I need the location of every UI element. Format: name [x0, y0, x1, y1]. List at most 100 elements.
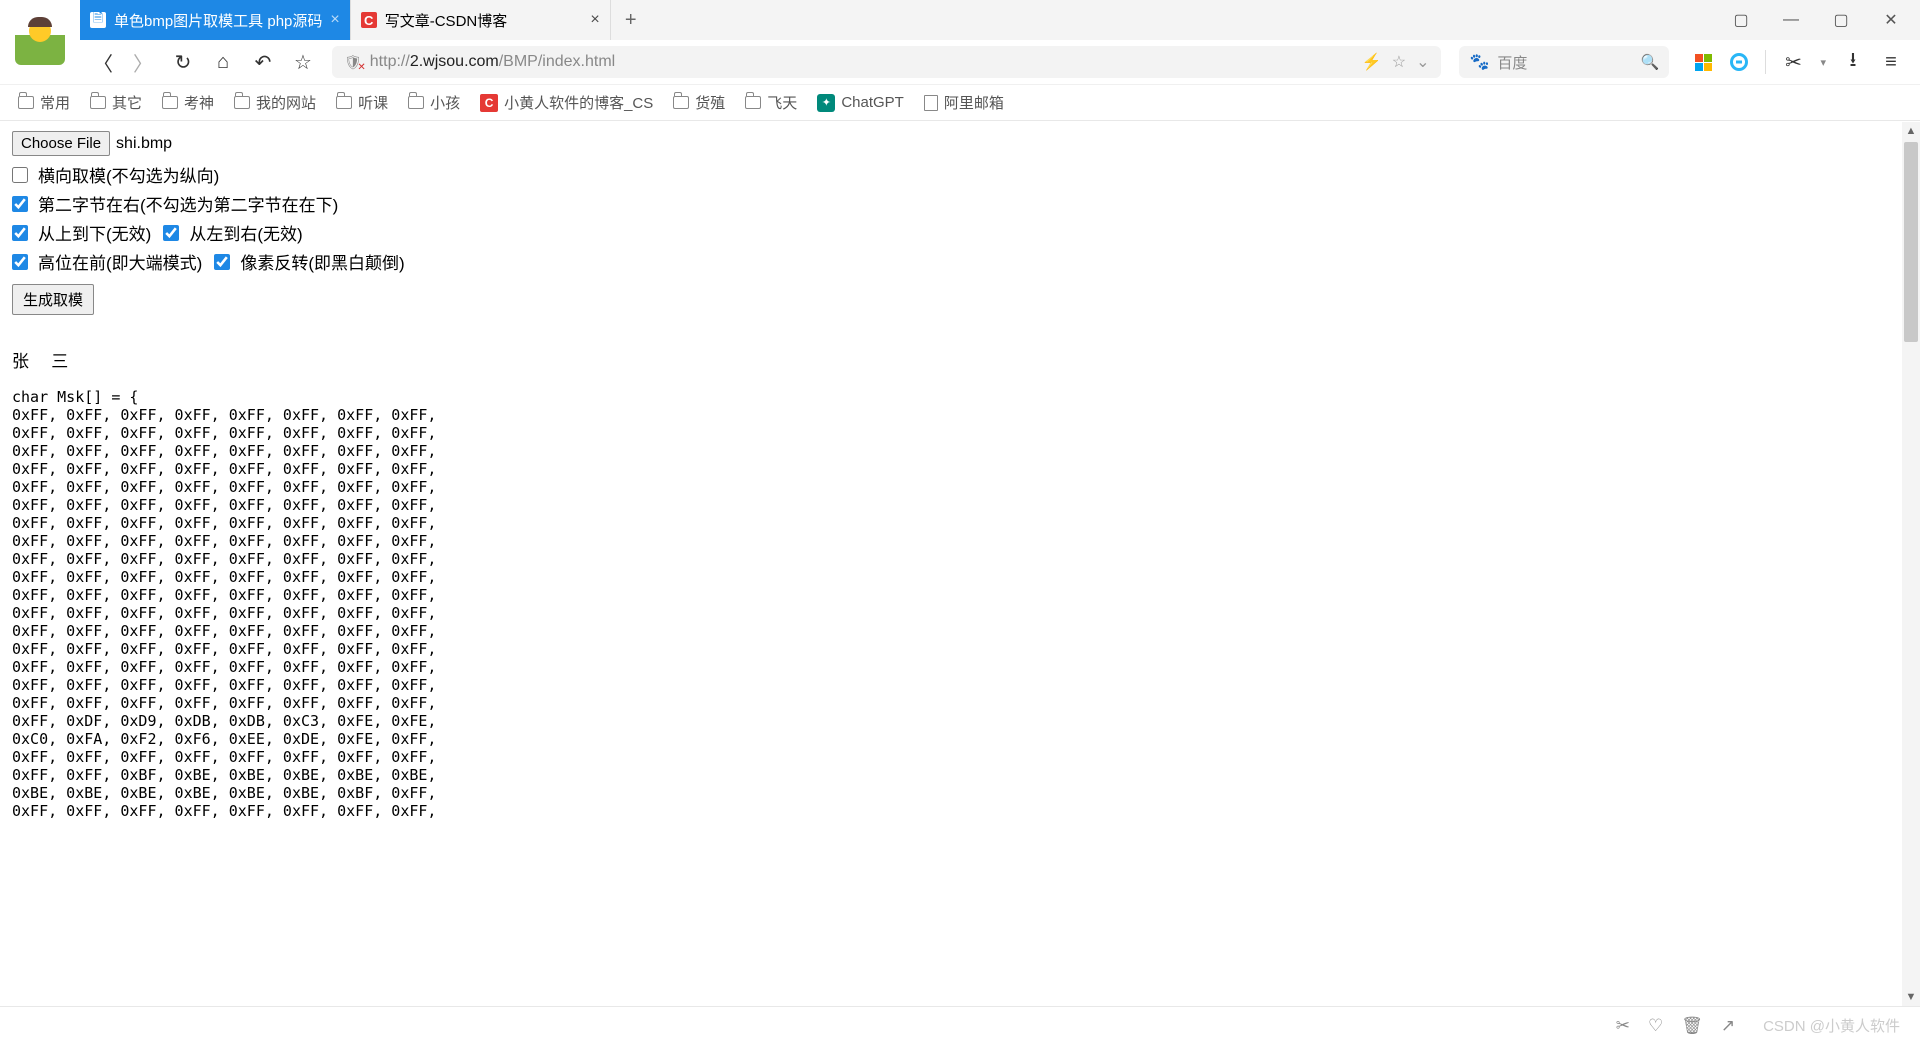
close-icon[interactable]: × — [330, 11, 339, 29]
folder-icon — [745, 96, 761, 109]
tab-title: 单色bmp图片取模工具 php源码 — [114, 10, 322, 31]
tab-strip: 🗎 单色bmp图片取模工具 php源码 × C 写文章-CSDN博客 × + ▢… — [80, 0, 1920, 40]
checkbox-horizontal[interactable]: 横向取模(不勾选为纵向) — [12, 162, 219, 187]
back-icon[interactable]: 〈 — [92, 51, 114, 73]
bookmark-item[interactable]: 听课 — [336, 92, 388, 113]
bookmark-label: 其它 — [112, 92, 142, 113]
favorite-icon[interactable]: ☆ — [1392, 52, 1406, 72]
new-tab-button[interactable]: + — [611, 0, 651, 40]
tab-active[interactable]: 🗎 单色bmp图片取模工具 php源码 × — [80, 0, 351, 40]
close-icon[interactable]: × — [590, 11, 599, 29]
undo-icon[interactable]: ↶ — [252, 51, 274, 73]
bookmark-label: 小黄人软件的博客_CS — [504, 92, 653, 113]
watermark: CSDN @小黄人软件 — [1763, 1015, 1900, 1036]
folder-icon — [90, 96, 106, 109]
menu-icon[interactable]: ≡ — [1880, 51, 1902, 73]
folder-icon — [162, 96, 178, 109]
lightning-icon[interactable]: ⚡ — [1362, 52, 1382, 72]
page-icon — [924, 95, 938, 111]
maximize-icon[interactable]: ▢ — [1832, 11, 1850, 29]
minimize-icon[interactable]: — — [1782, 11, 1800, 29]
checkbox-left-right[interactable]: 从左到右(无效) — [163, 220, 302, 245]
folder-icon — [336, 96, 352, 109]
close-window-icon[interactable]: ✕ — [1882, 11, 1900, 29]
bookmark-item[interactable]: 小孩 — [408, 92, 460, 113]
bookmark-item[interactable]: 货殖 — [673, 92, 725, 113]
url-text: http://2.wjsou.com/BMP/index.html — [370, 53, 1354, 71]
baidu-paw-icon: 🐾 — [1469, 52, 1489, 72]
csdn-icon: C — [361, 12, 377, 28]
picture-in-picture-icon[interactable]: ▢ — [1732, 11, 1750, 29]
bookmark-item[interactable]: 常用 — [18, 92, 70, 113]
share-icon[interactable]: ↗ — [1721, 1016, 1735, 1036]
bookmark-label: 常用 — [40, 92, 70, 113]
csdn-icon: C — [480, 94, 498, 112]
scroll-up-icon[interactable]: ▲ — [1902, 122, 1920, 140]
filename-label: shi.bmp — [116, 135, 172, 153]
page-content: Choose File shi.bmp 横向取模(不勾选为纵向) 第二字节在右(… — [0, 121, 1920, 1007]
bookmark-label: 听课 — [358, 92, 388, 113]
scrollbar-track[interactable]: ▲ ▼ — [1902, 122, 1920, 1006]
scrollbar-thumb[interactable] — [1904, 142, 1918, 342]
bookmark-label: 阿里邮箱 — [944, 92, 1004, 113]
scissors-icon[interactable]: ✂ — [1782, 51, 1804, 73]
checkbox-top-bottom[interactable]: 从上到下(无效) — [12, 220, 151, 245]
generate-button[interactable]: 生成取模 — [12, 284, 94, 315]
folder-icon — [234, 96, 250, 109]
user-avatar[interactable] — [0, 0, 80, 80]
divider — [1765, 50, 1766, 74]
bookmark-label: 我的网站 — [256, 92, 316, 113]
bookmark-item[interactable]: 我的网站 — [234, 92, 316, 113]
checkbox-input[interactable] — [12, 167, 28, 183]
bookmark-label: 小孩 — [430, 92, 460, 113]
bookmark-label: 货殖 — [695, 92, 725, 113]
dropdown-icon[interactable]: ⌄ — [1416, 52, 1429, 72]
address-bar[interactable]: 🛡 http://2.wjsou.com/BMP/index.html ⚡ ☆ … — [332, 46, 1441, 78]
download-icon[interactable]: ⭳ — [1842, 51, 1864, 73]
bookmark-item[interactable]: 飞天 — [745, 92, 797, 113]
file-icon: 🗎 — [90, 12, 106, 28]
tab-title: 写文章-CSDN博客 — [385, 10, 508, 31]
folder-icon — [18, 96, 34, 109]
checkbox-second-right[interactable]: 第二字节在右(不勾选为第二字节在在下) — [12, 191, 338, 216]
choose-file-button[interactable]: Choose File — [12, 131, 110, 156]
heart-icon[interactable]: ♡ — [1648, 1016, 1663, 1036]
bookmark-label: 考神 — [184, 92, 214, 113]
reload-icon[interactable]: ↻ — [172, 51, 194, 73]
forward-icon[interactable]: 〉 — [132, 51, 154, 73]
bookmark-item[interactable]: 考神 — [162, 92, 214, 113]
bookmarks-bar: 常用 其它 考神 我的网站 听课 小孩 C 小黄人软件的博客_CS 货殖飞天 ✦ ChatGPT 阿里… — [0, 84, 1920, 120]
checkbox-input[interactable] — [163, 225, 179, 241]
checkbox-input[interactable] — [12, 196, 28, 212]
chevron-down-icon[interactable]: ▾ — [1820, 56, 1826, 69]
checkbox-input[interactable] — [12, 254, 28, 270]
checkbox-input[interactable] — [214, 254, 230, 270]
checkbox-invert[interactable]: 像素反转(即黑白颠倒) — [214, 249, 404, 274]
bookmark-star-icon[interactable]: ☆ — [292, 51, 314, 73]
search-icon[interactable]: 🔍 — [1641, 53, 1660, 71]
search-box[interactable]: 🐾 百度 🔍 — [1459, 46, 1669, 78]
scissors-footer-icon[interactable]: ✂ — [1616, 1016, 1630, 1036]
shield-icon[interactable]: 🛡 — [344, 54, 362, 71]
search-placeholder: 百度 — [1497, 52, 1632, 73]
trash-icon[interactable]: 🗑 — [1681, 1016, 1703, 1036]
folder-icon — [673, 96, 689, 109]
tab-inactive[interactable]: C 写文章-CSDN博客 × — [351, 0, 611, 40]
navigation-bar: 〈 〉 ↻ ⌂ ↶ ☆ 🛡 http://2.wjsou.com/BMP/ind… — [80, 40, 1920, 84]
bookmark-item[interactable]: ✦ ChatGPT — [817, 94, 904, 112]
footer-toolbar: ✂ ♡ 🗑 ↗ CSDN @小黄人软件 — [0, 1006, 1920, 1044]
chatgpt-icon: ✦ — [817, 94, 835, 112]
home-icon[interactable]: ⌂ — [212, 51, 234, 73]
checkbox-input[interactable] — [12, 225, 28, 241]
output-name: 张 三 — [12, 347, 1908, 372]
microsoft-icon[interactable] — [1693, 52, 1713, 72]
bookmark-item[interactable]: 其它 — [90, 92, 142, 113]
scroll-down-icon[interactable]: ▼ — [1902, 988, 1920, 1006]
extension-icon[interactable] — [1729, 52, 1749, 72]
checkbox-msb-first[interactable]: 高位在前(即大端模式) — [12, 249, 202, 274]
bookmark-item[interactable]: 阿里邮箱 — [924, 92, 1004, 113]
bookmark-label: ChatGPT — [841, 94, 904, 111]
code-output: char Msk[] = { 0xFF, 0xFF, 0xFF, 0xFF, 0… — [12, 388, 1908, 820]
folder-icon — [408, 96, 424, 109]
bookmark-item[interactable]: C 小黄人软件的博客_CS — [480, 92, 653, 113]
